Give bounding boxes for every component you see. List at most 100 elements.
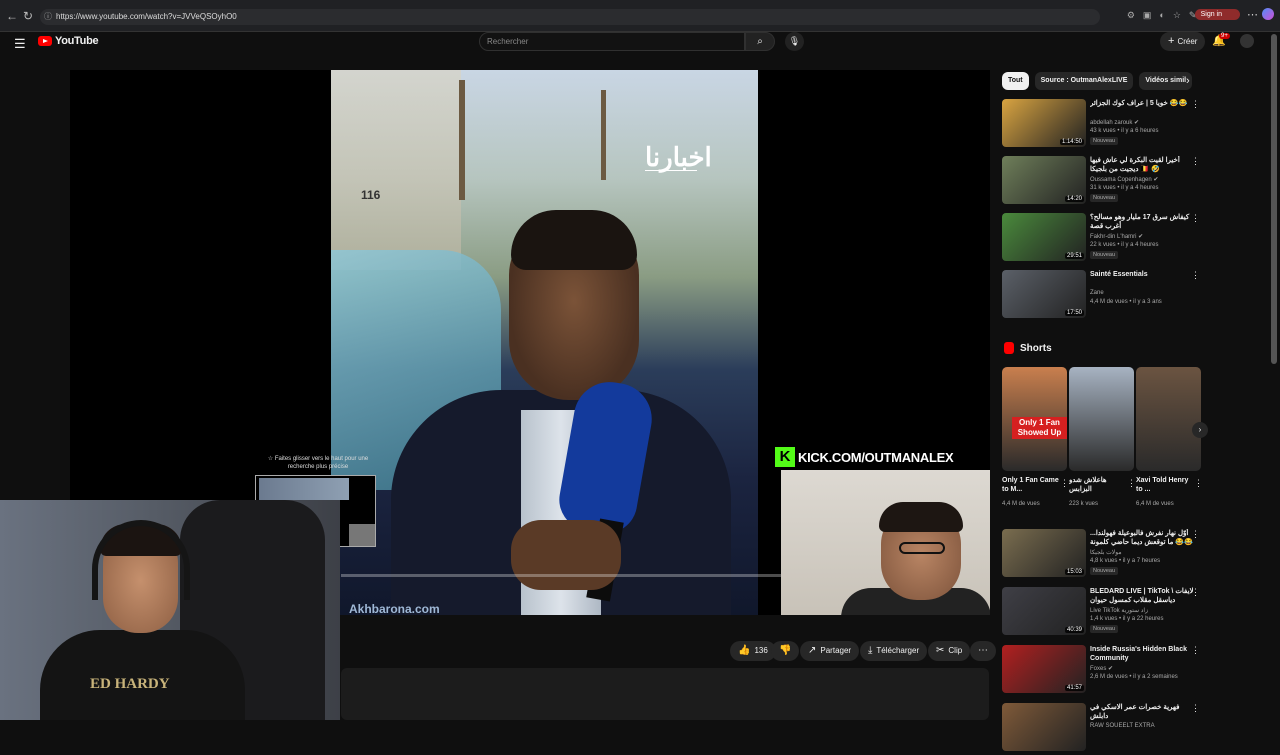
video-title[interactable]: Sainté Essentials (1090, 270, 1194, 279)
create-button[interactable]: + Créer (1160, 32, 1206, 51)
chip-similar[interactable]: Vidéos simil (1139, 72, 1193, 90)
duration-badge: 1:14:50 (1059, 139, 1084, 145)
dislike-button[interactable]: 👎 (771, 641, 800, 661)
more-vert-icon[interactable]: ⋮ (1191, 99, 1200, 110)
video-title[interactable]: كيفاش سرق 17 مليار وهو مسالح؟ أغرب قصة (1090, 213, 1194, 231)
search-input[interactable]: Rechercher (479, 32, 745, 51)
more-vert-icon[interactable]: ⋮ (1060, 478, 1069, 489)
shorts-next-icon[interactable]: › (1192, 422, 1208, 438)
thumbs-down-icon: 👎 (779, 645, 792, 656)
more-vert-icon[interactable]: ⋮ (1191, 156, 1200, 167)
new-badge: Nouveau (1090, 251, 1119, 259)
short-thumbnail[interactable] (1136, 367, 1201, 471)
video-thumbnail[interactable]: 14:20 (1002, 156, 1086, 204)
duration-badge: 17:50 (1064, 310, 1084, 316)
reload-icon[interactable]: ↻ (23, 9, 33, 23)
video-thumbnail[interactable]: 1:14:50 (1002, 99, 1086, 147)
channel-name[interactable]: Live TikTok زاد ستورية (1090, 607, 1148, 614)
page-scrollbar[interactable] (1271, 34, 1277, 364)
recommendation-item[interactable]: 1:14:50 خويا 5 | عراف كوك الجزائر 😂😂 abdel… (1002, 99, 1202, 151)
share-label: Partager (820, 646, 852, 655)
channel-name[interactable]: مولات بلجيكا (1090, 549, 1122, 556)
download-label: Télécharger (876, 646, 920, 655)
channel-name[interactable]: Fakhr-din L'hamri ✔ (1090, 233, 1143, 240)
youtube-logo[interactable]: YouTube (38, 35, 99, 47)
more-vert-icon[interactable]: ⋮ (1191, 587, 1200, 598)
more-vert-icon[interactable]: ⋮ (1194, 478, 1203, 489)
related-chips: Tout Source : OutmanAlexLIVE Vidéos simi… (1002, 72, 1193, 90)
cam2-hair (879, 502, 963, 532)
video-title[interactable]: خويا 5 | عراف كوك الجزائر 😂😂 (1090, 99, 1194, 108)
site-info-icon[interactable]: ⓘ (44, 9, 52, 25)
recommendation-item[interactable]: 29:51 كيفاش سرق 17 مليار وهو مسالح؟ أغرب … (1002, 213, 1202, 265)
search-button[interactable]: ⌕ (745, 32, 775, 51)
more-vert-icon[interactable]: ⋮ (1127, 478, 1136, 489)
short-thumbnail[interactable] (1069, 367, 1134, 471)
logo-text: YouTube (55, 35, 99, 47)
more-actions-button[interactable]: ⋯ (970, 641, 996, 661)
recommendation-item[interactable]: 17:50 Sainté Essentials Zane 4,4 M de vues … (1002, 270, 1202, 322)
shorts-icon (1004, 342, 1014, 354)
share-button[interactable]: ↗ Partager (800, 641, 860, 661)
copilot-icon[interactable] (1262, 8, 1274, 20)
video-frame[interactable]: 116 اخبارنا Akhbarona.com (331, 70, 758, 615)
recommendation-item[interactable]: فهرية خصرات عمر الاسكي في دابلش RAW SOUEE… (1002, 703, 1202, 755)
video-thumbnail[interactable] (1002, 703, 1086, 751)
video-thumbnail[interactable]: 15:03 (1002, 529, 1086, 577)
short-thumbnail[interactable]: Only 1 Fan Showed Up (1002, 367, 1067, 471)
channel-watermark: اخبارنا (645, 142, 713, 172)
like-count: 136 (754, 646, 768, 655)
video-thumbnail[interactable]: 17:50 (1002, 270, 1086, 318)
channel-name[interactable]: RAW SOUEELT EXTRA (1090, 723, 1155, 729)
video-title[interactable]: أخيرا لقيت البكرة لي عاش فيها ديجيت من ب… (1090, 156, 1194, 174)
like-button[interactable]: 👍 136 (730, 641, 776, 661)
download-button[interactable]: ⤓ Télécharger (860, 641, 928, 661)
recommendation-item[interactable]: 41:57 Inside Russia's Hidden Black Commun… (1002, 645, 1202, 697)
video-title[interactable]: Inside Russia's Hidden Black Community (1090, 645, 1194, 663)
kick-banner: K KICK.COM/OUTMANALEX (775, 446, 954, 468)
chevron-right-icon[interactable]: › (1186, 75, 1190, 87)
short-views: 223 k vues (1069, 501, 1099, 507)
video-thumbnail[interactable]: 40:39 (1002, 587, 1086, 635)
cam2-glasses (899, 542, 945, 554)
short-title[interactable]: هاعلاش شدو البزابس (1069, 476, 1127, 494)
more-vert-icon[interactable]: ⋮ (1191, 213, 1200, 224)
watermark-underline (645, 170, 697, 171)
more-vert-icon[interactable]: ⋮ (1191, 270, 1200, 281)
back-icon[interactable]: ← (6, 9, 18, 23)
chip-source[interactable]: Source : OutmanAlexLIVE (1034, 72, 1134, 90)
more-vert-icon[interactable]: ⋮ (1191, 529, 1200, 540)
signin-button[interactable]: Sign in (1194, 9, 1240, 20)
duration-badge: 29:51 (1064, 253, 1084, 259)
clip-group: ✂ Clip (928, 641, 971, 661)
short-title[interactable]: Xavi Told Henry to ... (1136, 476, 1194, 494)
account-avatar[interactable] (1240, 34, 1254, 48)
shirt-print: ED HARDY (90, 676, 170, 692)
menu-icon[interactable]: ☰ (14, 36, 26, 52)
address-bar[interactable]: ⓘ https://www.youtube.com/watch?v=JVVeQS… (40, 9, 1100, 25)
browser-toolbar: ← ↻ ⓘ https://www.youtube.com/watch?v=JV… (0, 0, 1280, 32)
voice-search-button[interactable]: 🎙 (785, 32, 804, 51)
video-meta: 43 k vues • il y a 6 heures (1090, 128, 1159, 134)
channel-name[interactable]: Foxes ✔ (1090, 665, 1113, 672)
recommendation-item[interactable]: 15:03 أوّل نهار نفرش فالبوعيلة فهولندا...… (1002, 529, 1202, 581)
channel-name[interactable]: Oussama Copenhagen ✔ (1090, 176, 1158, 183)
recommendation-item[interactable]: 14:20 أخيرا لقيت البكرة لي عاش فيها ديجيت… (1002, 156, 1202, 208)
chip-all[interactable]: Tout (1002, 72, 1029, 90)
recommendation-item[interactable]: 40:39 BLEDARD LIVE | TikTok \ لايفات دياس… (1002, 587, 1202, 639)
more-group: ⋯ (970, 641, 996, 661)
short-title[interactable]: Only 1 Fan Came to M... (1002, 476, 1060, 494)
video-title[interactable]: BLEDARD LIVE | TikTok \ لايفات دياسقل مق… (1090, 587, 1194, 605)
video-thumbnail[interactable]: 41:57 (1002, 645, 1086, 693)
clip-button[interactable]: ✂ Clip (928, 641, 971, 661)
person-hand (511, 520, 621, 590)
video-title[interactable]: فهرية خصرات عمر الاسكي في دابلش (1090, 703, 1194, 721)
channel-name[interactable]: abdellah zarouk ✔ (1090, 119, 1139, 126)
browser-menu-icon[interactable]: ⋯ (1247, 8, 1258, 21)
more-vert-icon[interactable]: ⋮ (1191, 645, 1200, 656)
description-box[interactable] (341, 668, 989, 720)
video-title[interactable]: أوّل نهار نفرش فالبوعيلة فهولندا... ما ت… (1090, 529, 1194, 547)
video-thumbnail[interactable]: 29:51 (1002, 213, 1086, 261)
more-vert-icon[interactable]: ⋮ (1191, 703, 1200, 714)
channel-name[interactable]: Zane (1090, 290, 1104, 296)
